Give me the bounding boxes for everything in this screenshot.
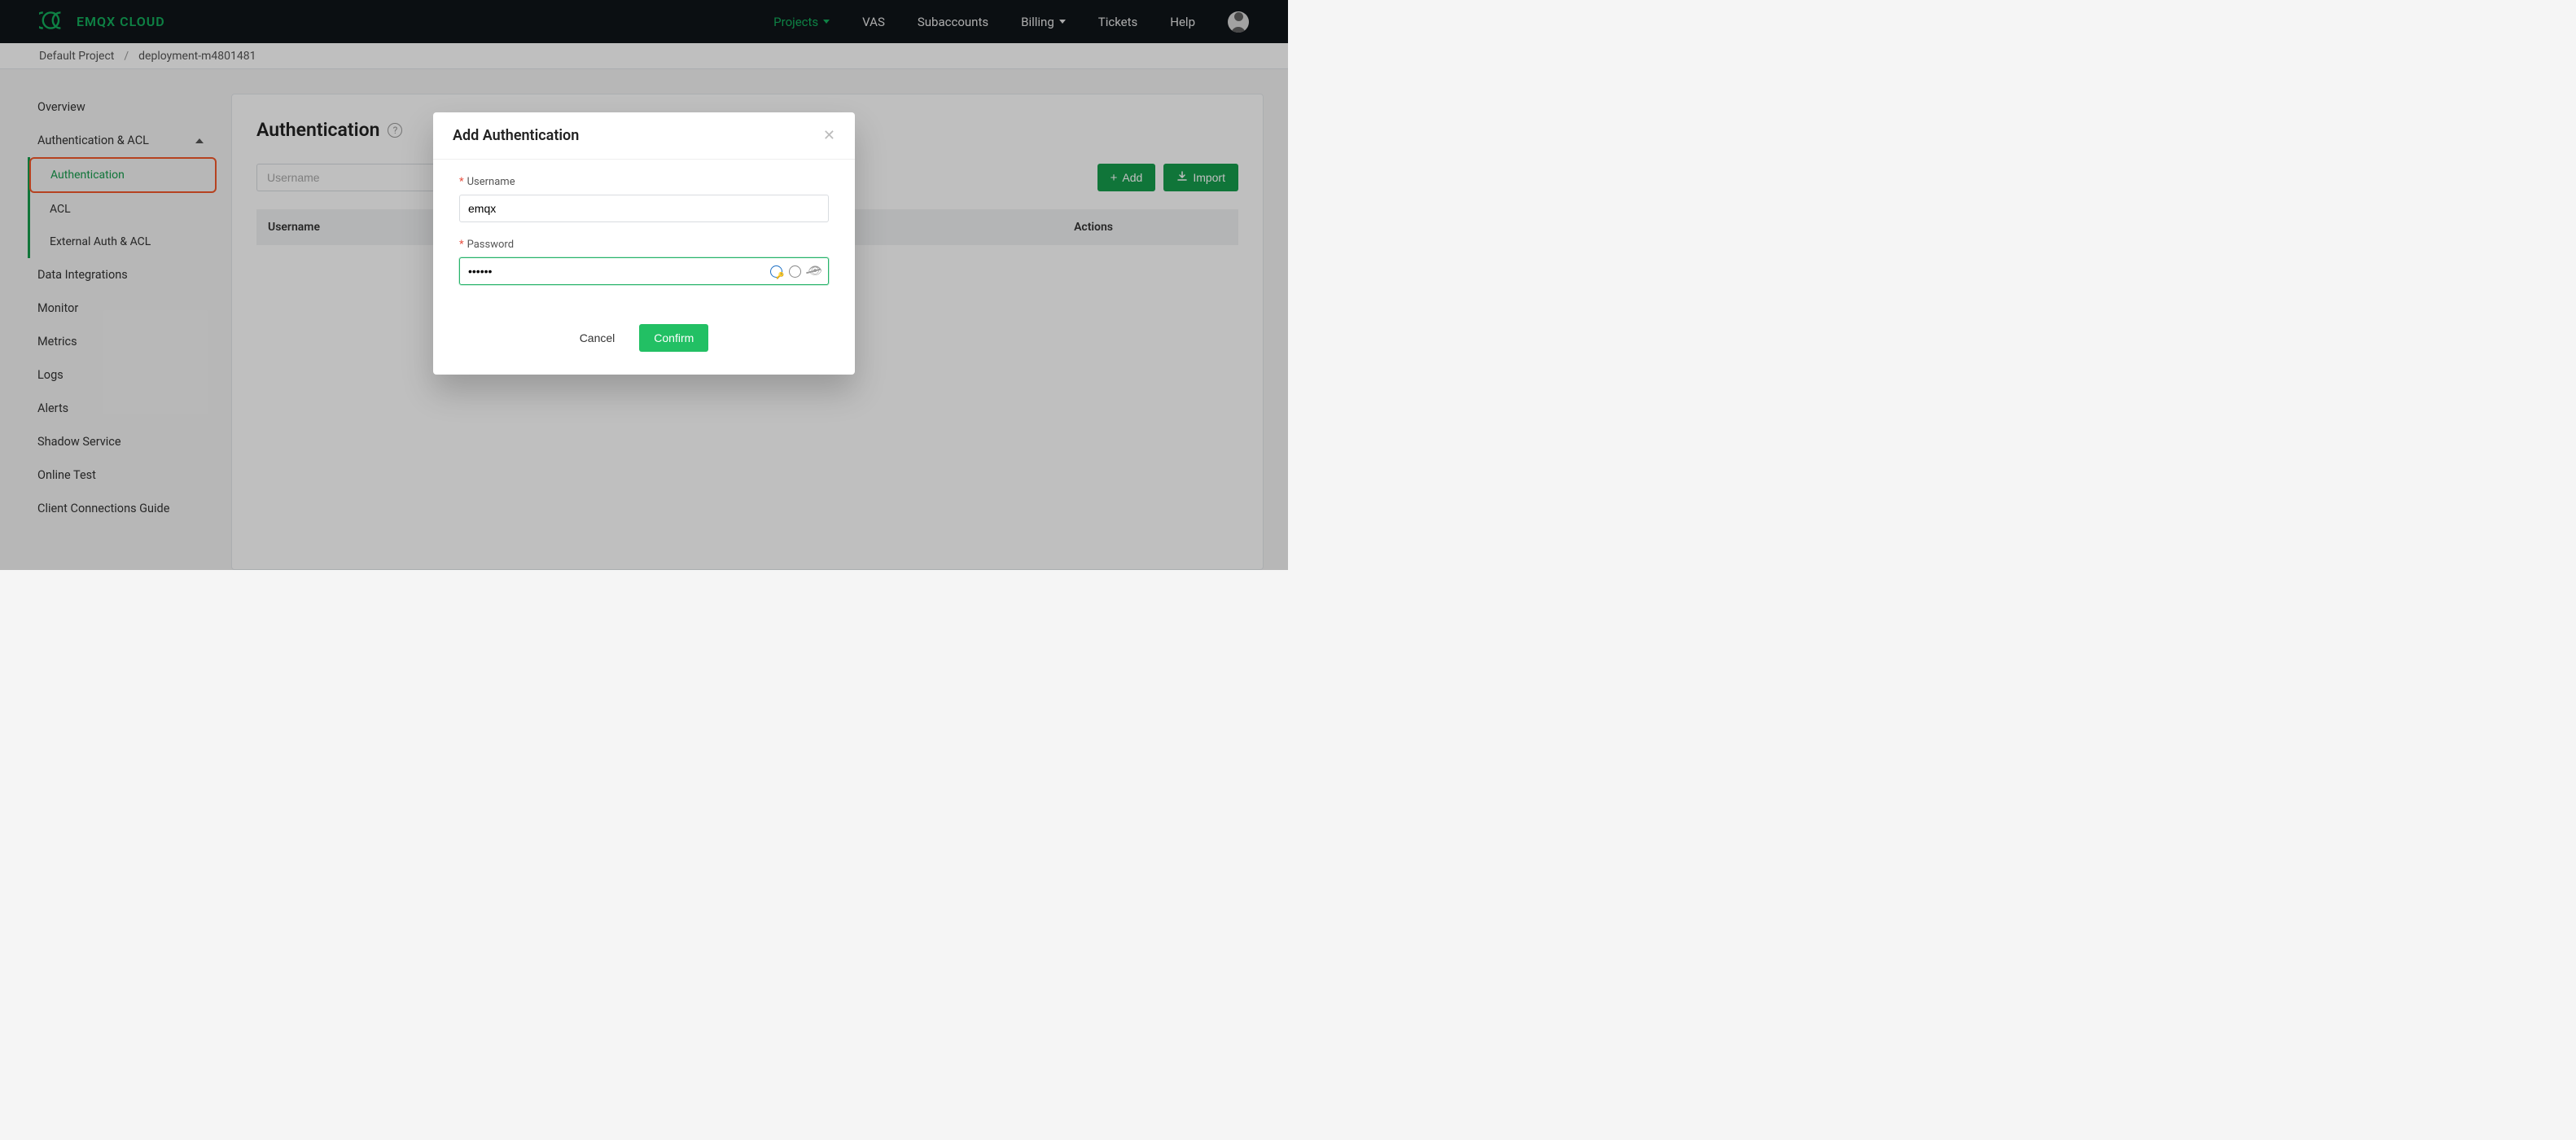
confirm-button[interactable]: Confirm <box>639 324 708 352</box>
password-icons: 👁 <box>770 265 822 278</box>
username-label: *Username <box>459 176 829 188</box>
modal-header: Add Authentication ✕ <box>433 112 855 160</box>
form-group-password: *Password 👁 <box>459 239 829 285</box>
close-icon[interactable]: ✕ <box>823 127 835 144</box>
modal: Add Authentication ✕ *Username *Password… <box>433 112 855 375</box>
password-wrap: 👁 <box>459 257 829 285</box>
modal-body: *Username *Password 👁 <box>433 160 855 324</box>
cancel-button[interactable]: Cancel <box>580 331 616 344</box>
modal-title: Add Authentication <box>453 127 579 144</box>
password-manager-icon[interactable] <box>770 265 782 278</box>
eye-hidden-icon[interactable]: 👁 <box>808 265 822 278</box>
modal-overlay[interactable]: Add Authentication ✕ *Username *Password… <box>0 0 1288 570</box>
password-label: *Password <box>459 239 829 251</box>
modal-footer: Cancel Confirm <box>433 324 855 375</box>
form-group-username: *Username <box>459 176 829 222</box>
clear-icon[interactable] <box>789 265 801 278</box>
username-field[interactable] <box>459 195 829 222</box>
